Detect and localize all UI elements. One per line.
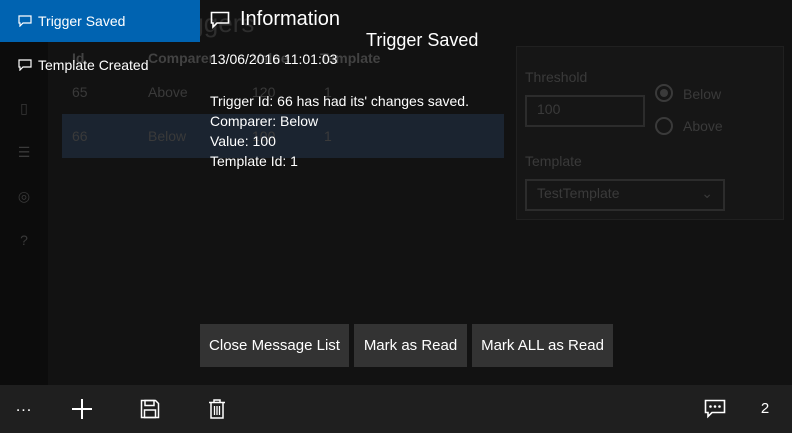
template-label: Template [525, 153, 582, 169]
close-message-list-label: Close Message List [209, 337, 340, 354]
template-select: TestTemplate ⌄ [525, 179, 725, 211]
message-list-item-template-created[interactable]: Template Created [0, 44, 200, 86]
information-panel: Information Trigger Saved 13/06/2016 11:… [200, 0, 613, 385]
radio-above-label: Above [683, 118, 723, 134]
message-body-line: Trigger Id: 66 has had its' changes save… [210, 93, 469, 109]
message-timestamp: 13/06/2016 11:01:03 [210, 51, 338, 67]
message-icon [18, 15, 32, 27]
threshold-input: 100 [525, 95, 645, 127]
save-icon [140, 399, 160, 419]
save-button[interactable] [126, 385, 174, 433]
message-list-item-trigger-saved[interactable]: Trigger Saved [0, 0, 200, 42]
template-select-value: TestTemplate [537, 185, 620, 201]
message-count-badge: 2 [760, 400, 770, 417]
message-list-item-label: Template Created [38, 57, 149, 73]
message-body: Trigger Id: 66 has had its' changes save… [210, 91, 469, 171]
more-button[interactable]: ... [0, 385, 48, 433]
mark-all-as-read-button[interactable]: Mark ALL as Read [472, 324, 613, 367]
message-list-item-label: Trigger Saved [38, 13, 126, 29]
information-title: Information [240, 8, 341, 30]
radio-below [655, 84, 673, 102]
mark-all-as-read-label: Mark ALL as Read [481, 337, 604, 354]
message-body-line: Comparer: Below [210, 113, 319, 129]
delete-icon [209, 399, 225, 419]
message-body-line: Value: 100 [210, 133, 276, 149]
close-message-list-button[interactable]: Close Message List [200, 324, 349, 367]
message-icon [704, 399, 726, 419]
message-subject: Trigger Saved [366, 30, 479, 50]
threshold-label: Threshold [525, 69, 588, 85]
message-body-line: Template Id: 1 [210, 153, 298, 169]
radio-below-label: Below [683, 86, 722, 102]
information-header: Information [210, 8, 340, 31]
message-list: Trigger Saved Template Created [0, 0, 200, 385]
add-icon [72, 399, 92, 419]
command-bar: ... 2 [0, 385, 792, 433]
more-icon: ... [15, 398, 33, 415]
chevron-down-icon: ⌄ [701, 185, 713, 201]
message-icon [18, 59, 32, 71]
messages-button[interactable] [691, 385, 739, 433]
radio-above [655, 117, 673, 135]
mark-as-read-button[interactable]: Mark as Read [354, 324, 467, 367]
add-button[interactable] [58, 385, 106, 433]
background-trigger-form: Threshold 100 Below Above Template TestT… [516, 46, 784, 220]
mark-as-read-label: Mark as Read [363, 337, 458, 354]
message-icon [210, 11, 230, 29]
delete-button[interactable] [193, 385, 241, 433]
